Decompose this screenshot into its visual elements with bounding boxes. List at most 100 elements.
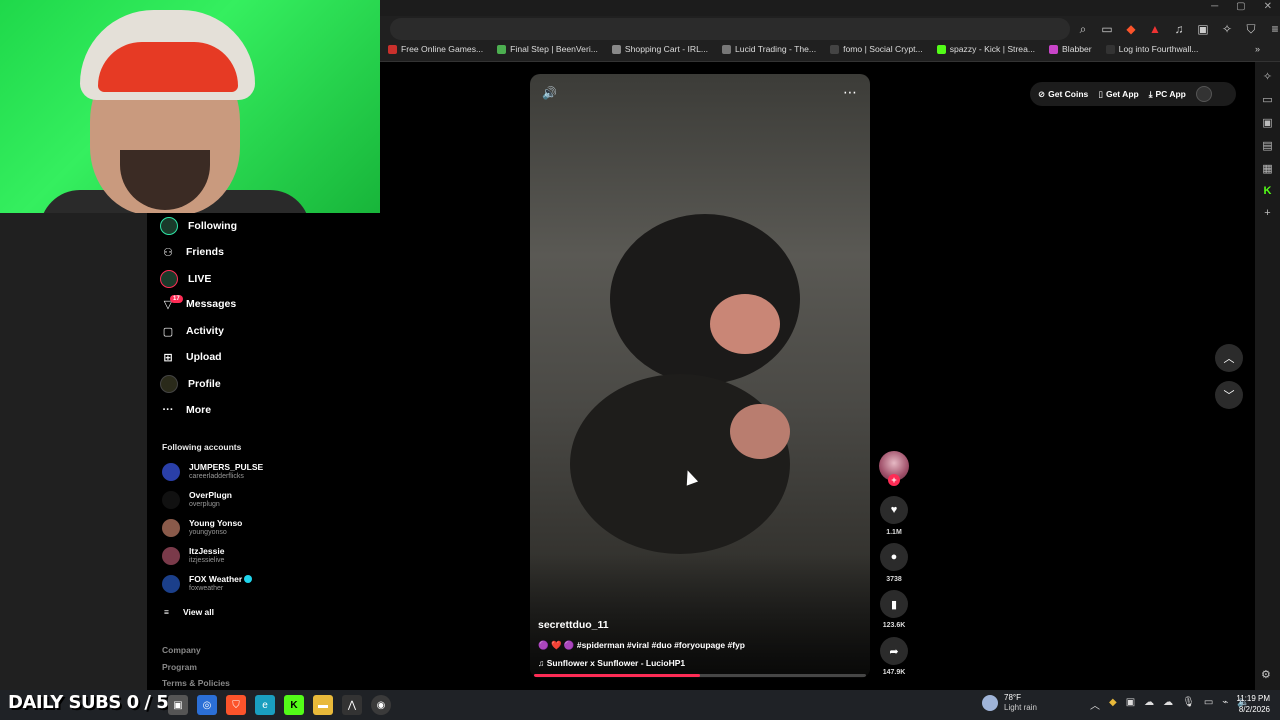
following-account-item[interactable]: ItzJessie itzjessielive (162, 546, 224, 566)
sidebar-item-profile[interactable]: Profile (160, 375, 221, 393)
obs-icon[interactable]: ◉ (371, 695, 391, 715)
footer-link-program[interactable]: Program (162, 662, 197, 672)
get-app-button[interactable]: ▯ Get App (1098, 89, 1138, 100)
footer-link-terms[interactable]: Terms & Policies (162, 678, 230, 688)
weather-widget[interactable]: 78°F Light rain (982, 693, 1037, 713)
zoom-icon[interactable]: ⌕ (1076, 20, 1090, 38)
cast-icon[interactable]: ▭ (1100, 20, 1114, 38)
video-player[interactable]: 🔊 ⋯ secrettduo_11 🟣 ❤️ 🟣 #spiderman #vir… (530, 74, 870, 678)
clock-time: 11:19 PM (1236, 694, 1270, 703)
kick-app-icon[interactable]: K (284, 695, 304, 715)
tray-app-icon[interactable]: ◆ (1109, 697, 1117, 712)
taskbar-clock[interactable]: 11:19 PM 8/2/2026 (1226, 693, 1270, 715)
video-music[interactable]: ♫ Sunflower x Sunflower - LucioHP1 (538, 658, 685, 668)
bookmark-item[interactable]: fomo | Social Crypt... (830, 44, 923, 54)
account-name: Young Yonso (189, 518, 242, 528)
terminal-app-icon[interactable]: ⋀ (342, 695, 362, 715)
share-button[interactable]: ➦ (880, 637, 908, 665)
previous-video-button[interactable]: ︿ (1215, 344, 1243, 372)
view-all-button[interactable]: ≡ View all (164, 607, 214, 617)
brave-shield-icon[interactable]: ◆ (1124, 20, 1138, 38)
next-video-button[interactable]: ﹀ (1215, 381, 1243, 409)
bookmark-item[interactable]: Blabber (1049, 44, 1092, 54)
close-window-button[interactable]: ✕ (1264, 1, 1272, 12)
video-content-figure (610, 214, 800, 384)
tray-app-icon[interactable]: ▣ (1126, 697, 1135, 712)
sidebar-item-label: Profile (188, 378, 221, 390)
account-handle: foxweather (189, 585, 224, 592)
menu-icon[interactable]: ≡ (1268, 20, 1280, 38)
following-accounts-header: Following accounts (162, 442, 242, 452)
following-account-item[interactable]: OverPlugn overplugn (162, 490, 232, 510)
reading-list-icon[interactable]: ▦ (1262, 162, 1272, 175)
rewards-icon[interactable]: ▲ (1148, 20, 1162, 38)
account-handle: youngyonso (189, 529, 227, 536)
get-coins-button[interactable]: ⊘ Get Coins (1038, 89, 1088, 100)
footer-link-company[interactable]: Company (162, 645, 201, 655)
bookmark-item[interactable]: Final Step | BeenVeri... (497, 44, 598, 54)
chevron-up-tray-icon[interactable]: ︿ (1090, 697, 1100, 712)
following-account-item[interactable]: Young Yonso youngyonso (162, 518, 242, 538)
wallet-side-icon[interactable]: ▣ (1262, 116, 1272, 129)
volume-icon[interactable]: 🔊 (542, 86, 557, 100)
weather-description: Light rain (1004, 703, 1037, 712)
app-icon-blue[interactable]: ◎ (197, 695, 217, 715)
tray-app-icon[interactable]: ☁ (1163, 697, 1173, 712)
browser-side-panel: ✧ ▭ ▣ ▤ ▦ K + (1255, 62, 1280, 690)
bookmark-label: spazzy - Kick | Strea... (949, 44, 1036, 54)
gear-icon[interactable]: ⚙ (1261, 668, 1271, 681)
sidebar-item-activity[interactable]: ▢ Activity (160, 323, 224, 339)
bookmarks-overflow-button[interactable]: » (1255, 44, 1260, 54)
sidebar-item-following[interactable]: Following (160, 217, 237, 235)
file-explorer-icon[interactable]: ▬ (313, 695, 333, 715)
task-view-icon[interactable]: ▣ (168, 695, 188, 715)
pc-app-button[interactable]: ⤓ PC App (1149, 89, 1186, 100)
user-avatar[interactable] (1195, 86, 1212, 102)
account-name-text: ItzJessie (189, 546, 225, 556)
bookmarks-icon[interactable]: ▤ (1262, 139, 1272, 152)
music-icon[interactable]: ♫ (1172, 20, 1186, 38)
kick-icon[interactable]: K (1264, 185, 1272, 197)
bookmark-item[interactable]: Lucid Trading - The... (722, 44, 816, 54)
leo-icon[interactable]: ✧ (1263, 70, 1272, 83)
maximize-button[interactable]: ▢ (1236, 1, 1245, 12)
account-avatar (162, 547, 180, 565)
leo-ai-icon[interactable]: ✧ (1220, 20, 1234, 38)
save-button[interactable]: ▮ (880, 590, 908, 618)
following-account-item[interactable]: JUMPERS_PULSE careerladderflicks (162, 462, 263, 482)
sidebar-item-friends[interactable]: ⚇ Friends (160, 244, 224, 260)
chevron-up-icon: ︿ (1223, 353, 1235, 365)
sidebar-item-live[interactable]: LIVE (160, 270, 211, 288)
toolbar-icons: ⌕ ▭ ◆ ▲ ♫ ▣ ✧ ⛉ ≡ (1076, 20, 1280, 38)
bookmark-item[interactable]: spazzy - Kick | Strea... (936, 44, 1036, 54)
follow-button[interactable]: + (888, 474, 900, 486)
account-name: JUMPERS_PULSE (189, 462, 263, 472)
save-count: 123.6K (882, 622, 906, 629)
microphone-icon[interactable]: 🎙 (1182, 697, 1195, 712)
video-more-options-icon[interactable]: ⋯ (843, 84, 858, 101)
sidebar-item-more[interactable]: ··· More (160, 402, 212, 418)
comment-button[interactable]: ● (880, 543, 908, 571)
video-icon[interactable]: ▭ (1262, 93, 1272, 106)
display-icon[interactable]: ▭ (1204, 697, 1213, 712)
edge-browser-icon[interactable]: e (255, 695, 275, 715)
account-handle: overplugn (189, 501, 220, 508)
minimize-button[interactable]: ─ (1211, 1, 1218, 12)
bookmark-item[interactable]: Shopping Cart - IRL... (611, 44, 708, 54)
vpn-icon[interactable]: ⛉ (1244, 20, 1258, 38)
daily-subs-overlay: DAILY SUBS 0 / 5 (8, 692, 169, 713)
video-progress-bar[interactable] (534, 674, 866, 677)
bookmark-item[interactable]: Log into Fourthwall... (1105, 44, 1198, 54)
address-bar[interactable] (390, 18, 1070, 40)
account-name-text: FOX Weather (189, 574, 243, 584)
tray-app-icon[interactable]: ☁ (1144, 697, 1154, 712)
following-account-item[interactable]: FOX Weather foxweather (162, 574, 253, 594)
video-author[interactable]: secrettduo_11 (538, 619, 609, 631)
get-app-label: Get App (1105, 89, 1139, 99)
sidebar-item-upload[interactable]: ⊞ Upload (160, 349, 221, 365)
brave-browser-icon[interactable]: ⛉ (226, 695, 246, 715)
like-button[interactable]: ♥ (880, 496, 908, 524)
bookmark-item[interactable]: Free Online Games... (388, 44, 483, 54)
add-panel-icon[interactable]: + (1264, 207, 1270, 219)
wallet-icon[interactable]: ▣ (1196, 20, 1210, 38)
